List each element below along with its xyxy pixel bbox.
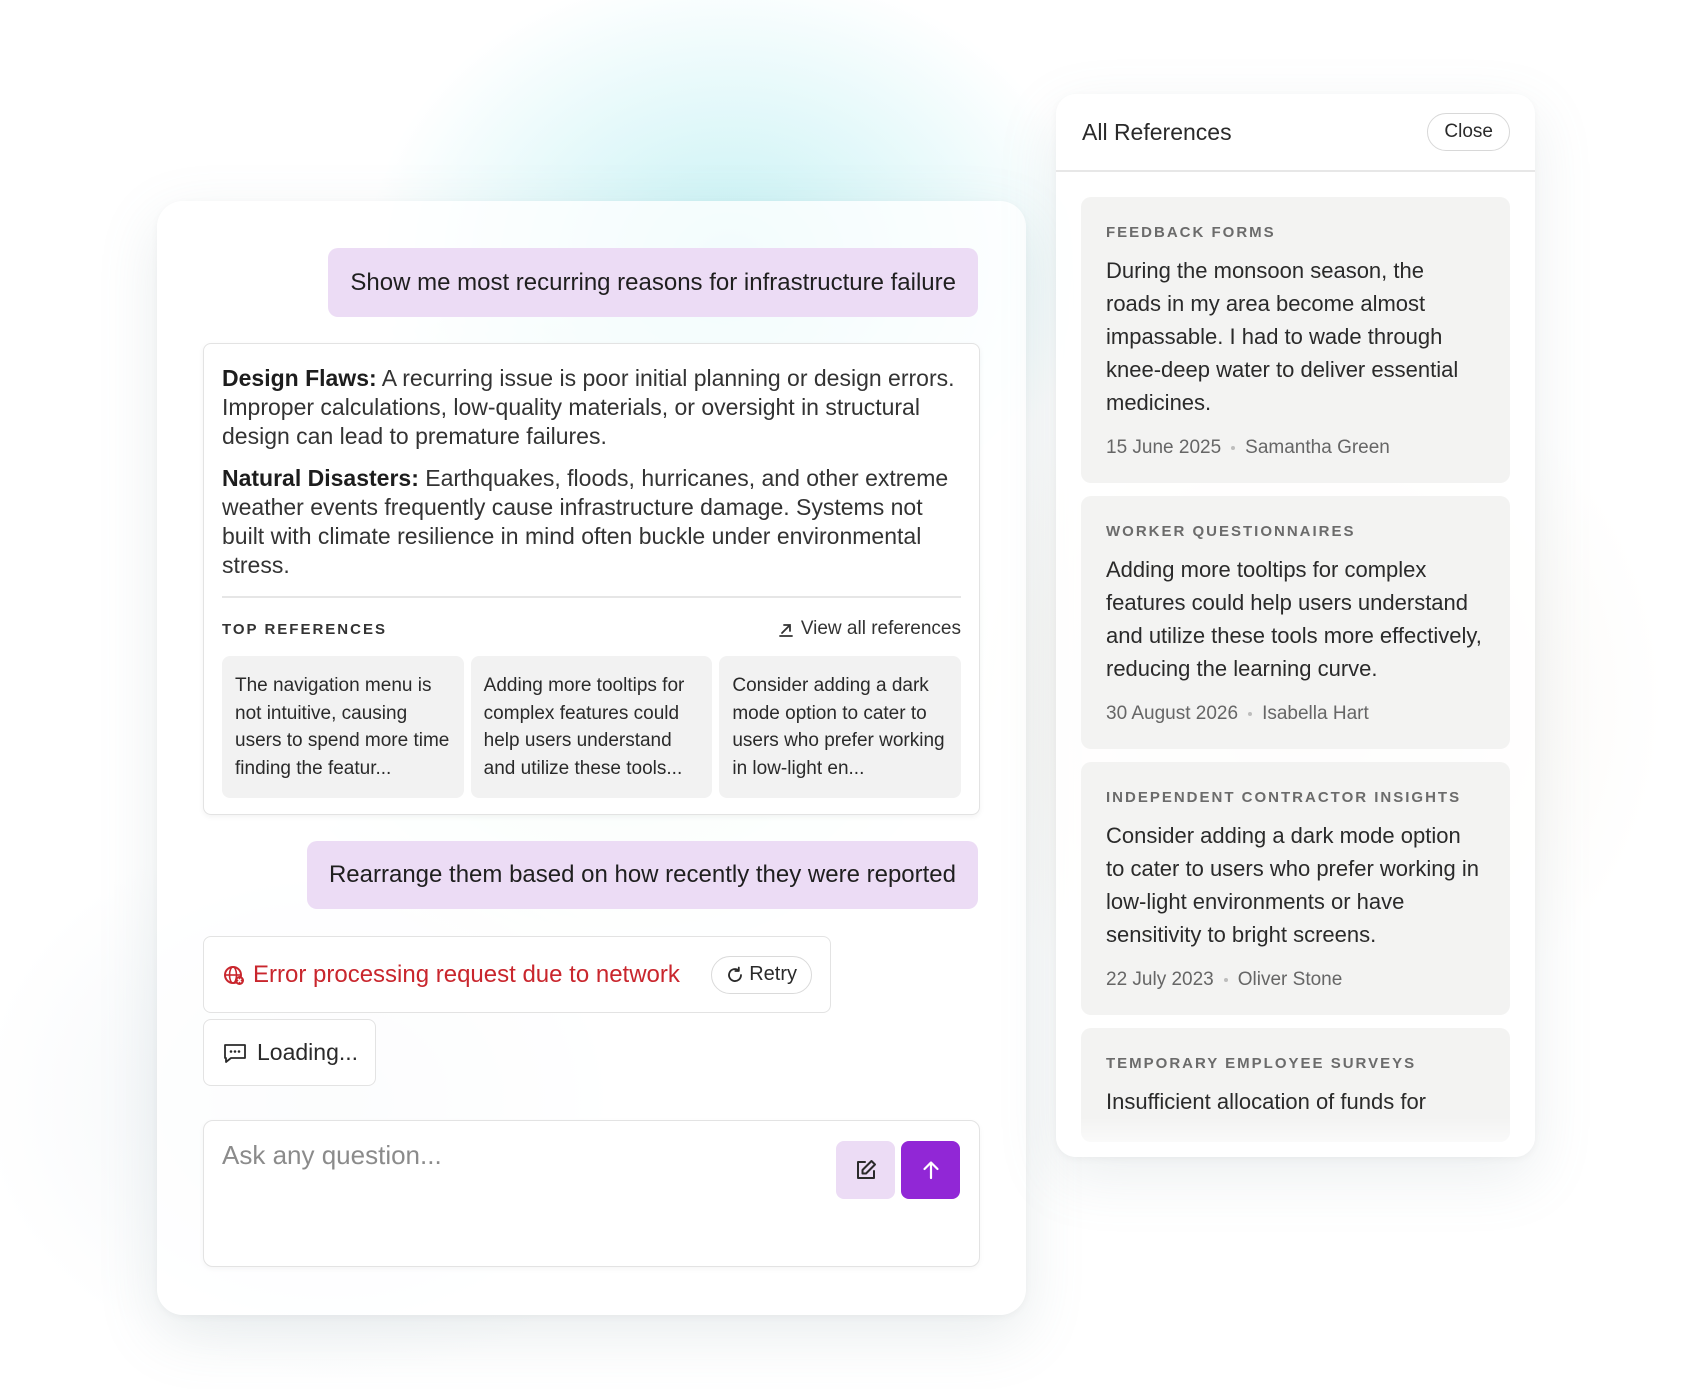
reference-card[interactable]: FEEDBACK FORMS During the monsoon season… bbox=[1081, 197, 1510, 483]
assistant-answer-card: Design Flaws: A recurring issue is poor … bbox=[203, 343, 980, 815]
reference-text: Consider adding a dark mode option to ca… bbox=[1106, 823, 1479, 947]
retry-label: Retry bbox=[749, 963, 797, 985]
reference-text: Insufficient allocation of funds for bbox=[1106, 1089, 1427, 1114]
reference-date: 22 July 2023 bbox=[1106, 969, 1214, 990]
separator-dot bbox=[1248, 712, 1253, 716]
divider bbox=[222, 596, 961, 598]
reference-tile[interactable]: Consider adding a dark mode option to ca… bbox=[719, 656, 962, 798]
separator-dot bbox=[1223, 978, 1228, 982]
reference-tile[interactable]: The navigation menu is not intuitive, ca… bbox=[222, 656, 464, 798]
references-list: FEEDBACK FORMS During the monsoon season… bbox=[1056, 172, 1535, 1142]
edit-icon bbox=[856, 1160, 876, 1179]
references-panel: All References Close FEEDBACK FORMS Duri… bbox=[1056, 94, 1535, 1157]
message-dots-icon bbox=[224, 1043, 246, 1063]
reference-category: TEMPORARY EMPLOYEE SURVEYS bbox=[1106, 1055, 1417, 1072]
question-input[interactable] bbox=[222, 1135, 782, 1175]
top-references-header: TOP REFERENCES View all references bbox=[222, 618, 961, 640]
answer-paragraph: Natural Disasters: Earthquakes, floods, … bbox=[222, 464, 961, 580]
chat-panel: Show me most recurring reasons for infra… bbox=[157, 201, 1026, 1315]
loading-label: Loading... bbox=[257, 1039, 359, 1065]
view-all-references-label: View all references bbox=[800, 618, 961, 639]
reference-author: Oliver Stone bbox=[1237, 969, 1343, 990]
arrow-up-icon bbox=[922, 1161, 939, 1180]
separator-dot bbox=[1231, 446, 1236, 450]
scroll-fade bbox=[1056, 1117, 1535, 1157]
reference-date: 15 June 2025 bbox=[1106, 437, 1222, 458]
user-message: Show me most recurring reasons for infra… bbox=[328, 248, 978, 317]
top-references-title: TOP REFERENCES bbox=[222, 620, 387, 638]
reference-card[interactable]: WORKER QUESTIONNAIRES Adding more toolti… bbox=[1081, 496, 1510, 749]
references-panel-header: All References Close bbox=[1056, 94, 1535, 172]
reference-card[interactable]: INDEPENDENT CONTRACTOR INSIGHTS Consider… bbox=[1081, 762, 1510, 1015]
reference-author: Isabella Hart bbox=[1262, 703, 1369, 724]
loading-indicator: Loading... bbox=[203, 1019, 376, 1086]
answer-paragraph-label: Design Flaws: bbox=[222, 365, 377, 391]
reference-text: During the monsoon season, the roads in … bbox=[1106, 258, 1459, 415]
send-button[interactable] bbox=[901, 1141, 960, 1199]
external-arrow-icon bbox=[778, 624, 793, 637]
answer-paragraph: Design Flaws: A recurring issue is poor … bbox=[222, 364, 961, 451]
answer-paragraph-label: Natural Disasters: bbox=[222, 465, 419, 491]
edit-button[interactable] bbox=[836, 1141, 895, 1199]
network-error-icon bbox=[224, 965, 244, 985]
reference-tile[interactable]: Adding more tooltips for complex feature… bbox=[470, 656, 713, 798]
reference-meta: 30 August 2026 Isabella Hart bbox=[1106, 703, 1485, 725]
retry-button[interactable]: Retry bbox=[711, 955, 812, 994]
reference-category: INDEPENDENT CONTRACTOR INSIGHTS bbox=[1106, 789, 1462, 806]
references-panel-title: All References bbox=[1082, 118, 1232, 145]
reference-tiles: The navigation menu is not intuitive, ca… bbox=[222, 656, 962, 798]
error-message-box: Error processing request due to network … bbox=[203, 936, 831, 1013]
user-message: Rearrange them based on how recently the… bbox=[306, 841, 978, 909]
close-button[interactable]: Close bbox=[1427, 113, 1510, 151]
reference-category: FEEDBACK FORMS bbox=[1106, 224, 1276, 241]
reference-author: Samantha Green bbox=[1245, 437, 1390, 458]
reference-meta: 15 June 2025 Samantha Green bbox=[1106, 437, 1485, 459]
reference-text: Adding more tooltips for complex feature… bbox=[1106, 557, 1482, 681]
reference-meta: 22 July 2023 Oliver Stone bbox=[1106, 969, 1485, 991]
question-input-box bbox=[203, 1120, 980, 1267]
view-all-references-link[interactable]: View all references bbox=[777, 618, 961, 640]
error-message: Error processing request due to network bbox=[253, 960, 680, 988]
reference-category: WORKER QUESTIONNAIRES bbox=[1106, 523, 1356, 540]
reference-date: 30 August 2026 bbox=[1106, 703, 1239, 724]
refresh-icon bbox=[728, 966, 743, 982]
